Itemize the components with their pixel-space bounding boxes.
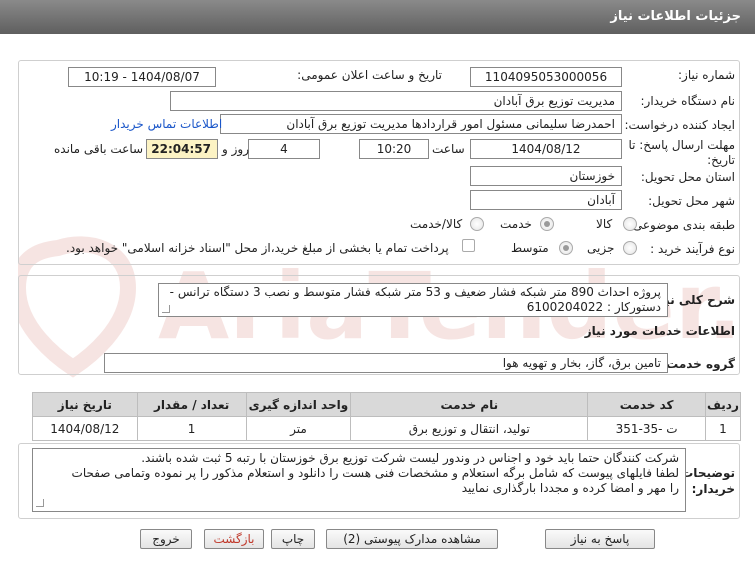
summary-resize-handle[interactable] xyxy=(162,305,170,313)
print-button[interactable]: چاپ xyxy=(271,529,315,549)
need-number-field: 1104095053000056 xyxy=(470,67,622,87)
category-option-goods-service: کالا/خدمت xyxy=(410,217,463,231)
deadline-hour-label: ساعت xyxy=(432,142,465,156)
cell-service-code: ت -35-351 xyxy=(587,416,706,441)
exit-button[interactable]: خروج xyxy=(140,529,192,549)
col-service-name: نام خدمت xyxy=(350,392,589,417)
creator-label: ایجاد کننده درخواست: xyxy=(624,118,735,132)
treasury-payment-note: پرداخت تمام یا بخشی از مبلغ خرید،از محل … xyxy=(66,241,449,255)
services-table: تاریخ نیاز تعداد / مقدار واحد اندازه گیر… xyxy=(32,392,742,441)
process-option-medium: متوسط xyxy=(511,241,549,255)
col-service-code: کد خدمت xyxy=(587,392,706,417)
remaining-time-field: 22:04:57 xyxy=(146,139,218,159)
buyer-notes-line-1: شرکت کنندگان حتما باید خود و اجناس در ون… xyxy=(141,451,679,465)
buyer-notes-line-2: لطفا فایلهای پیوست که شامل برگه استعلام … xyxy=(71,466,679,480)
process-radio-medium[interactable] xyxy=(559,241,573,255)
buyer-contact-link[interactable]: اطلاعات تماس خریدار xyxy=(111,117,222,131)
buyer-notes-line-3: را مهر و امضا کرده و مجددا بارگذاری نمای… xyxy=(461,481,679,495)
category-label: طبقه بندی موضوعی: xyxy=(628,218,735,232)
remaining-days-field: 4 xyxy=(248,139,320,159)
page-title: جزئیات اطلاعات نیاز xyxy=(610,9,741,24)
days-label: روز و xyxy=(222,142,249,156)
services-section-title: اطلاعات خدمات مورد نیاز xyxy=(584,324,735,338)
services-table-header-row: تاریخ نیاز تعداد / مقدار واحد اندازه گیر… xyxy=(32,392,742,417)
province-label: استان محل تحویل: xyxy=(640,170,735,184)
creator-field: احمدرضا سلیمانی مسئول امور قراردادها مدی… xyxy=(220,114,622,134)
category-radio-goods-service[interactable] xyxy=(470,217,484,231)
remaining-label: ساعت باقی مانده xyxy=(54,142,144,156)
cell-row-number: 1 xyxy=(704,416,742,441)
buyer-org-field: مدیریت توزیع برق آبادان xyxy=(170,91,622,111)
category-radio-goods[interactable] xyxy=(623,217,637,231)
process-option-minor: جزیی xyxy=(587,241,615,255)
deadline-time-field: 10:20 xyxy=(359,139,429,159)
window-titlebar: جزئیات اطلاعات نیاز xyxy=(0,0,755,34)
col-quantity: تعداد / مقدار xyxy=(136,392,247,417)
announce-datetime-label: تاریخ و ساعت اعلان عمومی: xyxy=(297,68,442,82)
process-radio-minor[interactable] xyxy=(623,241,637,255)
category-radio-service[interactable] xyxy=(540,217,554,231)
buyer-notes-label: توضیحات خریدار: xyxy=(681,466,735,496)
service-group-field: تامین برق، گاز، بخار و تهویه هوا xyxy=(104,353,668,373)
cell-service-name: تولید، انتقال و توزیع برق xyxy=(350,416,589,441)
col-need-date: تاریخ نیاز xyxy=(32,392,138,417)
cell-quantity: 1 xyxy=(136,416,247,441)
back-button[interactable]: بازگشت xyxy=(204,529,264,549)
city-field: آبادان xyxy=(470,190,622,210)
announce-datetime-field: 1404/08/07 - 10:19 xyxy=(68,67,216,87)
buyer-notes-field: شرکت کنندگان حتما باید خود و اجناس در ون… xyxy=(32,448,686,512)
reply-button[interactable]: پاسخ به نیاز xyxy=(545,529,655,549)
need-number-label: شماره نیاز: xyxy=(678,68,735,82)
service-group-label: گروه خدمت: xyxy=(661,357,735,371)
cell-need-date: 1404/08/12 xyxy=(32,416,138,441)
need-summary-field: پروژه احداث 890 متر شبکه فشار ضعیف و 53 … xyxy=(158,283,668,317)
buyer-org-label: نام دستگاه خریدار: xyxy=(640,94,736,108)
treasury-payment-checkbox[interactable] xyxy=(462,239,475,252)
deadline-label: مهلت ارسال پاسخ: تا تاریخ: xyxy=(628,138,735,167)
city-label: شهر محل تحویل: xyxy=(648,194,735,208)
province-field: خوزستان xyxy=(470,166,622,186)
col-unit: واحد اندازه گیری xyxy=(245,392,352,417)
cell-unit: متر xyxy=(245,416,352,441)
table-row: 1404/08/12 1 متر تولید، انتقال و توزیع ب… xyxy=(32,416,742,441)
process-type-label: نوع فرآیند خرید : xyxy=(650,242,735,256)
col-row-number: ردیف xyxy=(704,392,742,417)
category-option-service: خدمت xyxy=(500,217,532,231)
attachments-button[interactable]: مشاهده مدارک پیوستی (2) xyxy=(326,529,498,549)
deadline-date-field: 1404/08/12 xyxy=(470,139,622,159)
category-option-goods: کالا xyxy=(596,217,613,231)
notes-resize-handle[interactable] xyxy=(36,499,44,507)
